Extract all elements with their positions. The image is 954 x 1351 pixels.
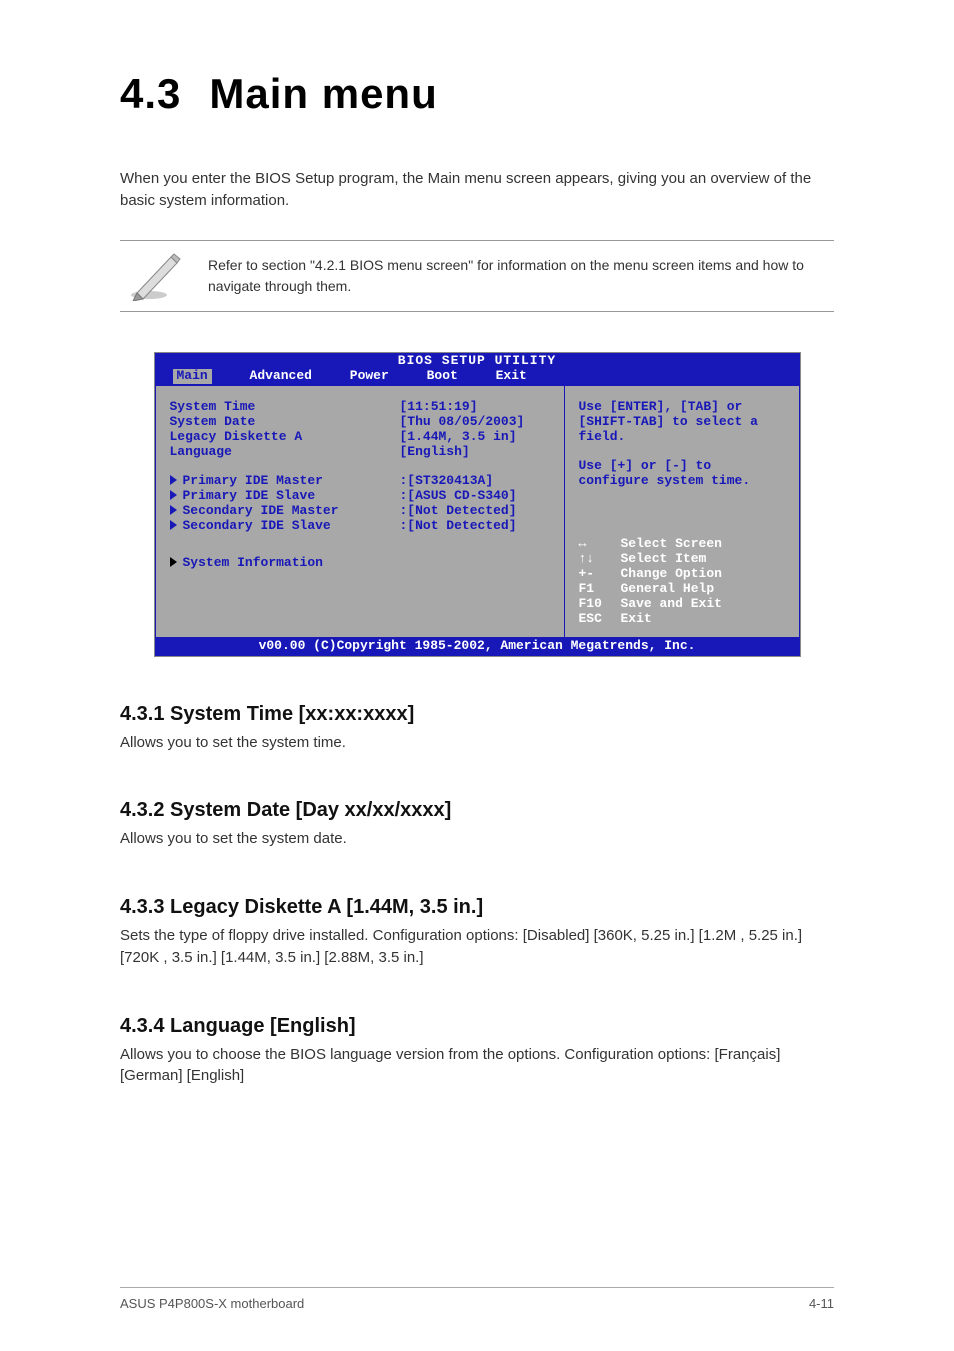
submenu-system-information[interactable]: System Information [170, 556, 554, 571]
legacy-diskette-value[interactable]: [1.44M, 3.5 in] [400, 430, 554, 445]
note-block: Refer to section "4.2.1 BIOS menu screen… [120, 240, 834, 312]
bios-tab-boot[interactable]: Boot [427, 369, 458, 384]
field-system-date[interactable]: System Date [Thu 08/05/2003] [170, 415, 554, 430]
section-431-body: Allows you to set the system time. [120, 732, 834, 754]
section-433-heading: 4.3.3 Legacy Diskette A [1.44M, 3.5 in.] [120, 896, 834, 919]
section-432-heading: 4.3.2 System Date [Day xx/xx/xxxx] [120, 799, 834, 822]
submenu-primary-ide-master[interactable]: Primary IDE Master :[ST320413A] [170, 474, 554, 489]
language-value[interactable]: [English] [400, 445, 554, 460]
section-434-body: Allows you to choose the BIOS language v… [120, 1044, 834, 1088]
submenu-secondary-ide-master[interactable]: Secondary IDE Master :[Not Detected] [170, 504, 554, 519]
system-time-label: System Time [170, 400, 400, 415]
system-date-label: System Date [170, 415, 400, 430]
footer-right: 4-11 [809, 1296, 834, 1311]
field-system-time[interactable]: System Time [11:51:19] [170, 400, 554, 415]
language-label: Language [170, 445, 400, 460]
page-footer: ASUS P4P800S-X motherboard 4-11 [120, 1287, 834, 1311]
note-text: Refer to section "4.2.1 BIOS menu screen… [190, 251, 834, 300]
bios-tab-advanced[interactable]: Advanced [250, 369, 312, 384]
bios-tab-main[interactable]: Main [173, 369, 212, 384]
bios-copyright: v00.00 (C)Copyright 1985-2002, American … [155, 638, 800, 656]
triangle-icon [170, 520, 177, 530]
help-text-2: Use [+] or [-] to configure system time. [579, 459, 789, 489]
submenu-secondary-ide-slave[interactable]: Secondary IDE Slave :[Not Detected] [170, 519, 554, 534]
triangle-icon [170, 490, 177, 500]
heading-number: 4.3 [120, 70, 181, 117]
field-language[interactable]: Language [English] [170, 445, 554, 460]
key-legend: ↔Select Screen ↑↓Select Item +-Change Op… [579, 537, 789, 627]
triangle-icon [170, 557, 177, 567]
section-433-body: Sets the type of floppy drive installed.… [120, 925, 834, 969]
bios-help-panel: Use [ENTER], [TAB] or [SHIFT-TAB] to sel… [564, 386, 800, 637]
page-heading: 4.3 Main menu [120, 70, 834, 118]
section-434-heading: 4.3.4 Language [English] [120, 1015, 834, 1038]
submenu-primary-ide-slave[interactable]: Primary IDE Slave :[ASUS CD-S340] [170, 489, 554, 504]
system-time-value[interactable]: [11:51:19] [400, 400, 554, 415]
section-432-body: Allows you to set the system date. [120, 828, 834, 850]
bios-tab-exit[interactable]: Exit [496, 369, 527, 384]
system-date-value[interactable]: [Thu 08/05/2003] [400, 415, 554, 430]
triangle-icon [170, 505, 177, 515]
help-text-1: Use [ENTER], [TAB] or [SHIFT-TAB] to sel… [579, 400, 789, 445]
bios-screen: BIOS SETUP UTILITY Main Advanced Power B… [154, 352, 801, 657]
triangle-icon [170, 475, 177, 485]
bios-tab-power[interactable]: Power [350, 369, 389, 384]
heading-title: Main menu [209, 70, 437, 117]
intro-paragraph: When you enter the BIOS Setup program, t… [120, 168, 834, 212]
footer-left: ASUS P4P800S-X motherboard [120, 1296, 304, 1311]
bios-title: BIOS SETUP UTILITY [155, 353, 800, 370]
pen-note-icon [120, 251, 190, 301]
section-431-heading: 4.3.1 System Time [xx:xx:xxxx] [120, 703, 834, 726]
legacy-diskette-label: Legacy Diskette A [170, 430, 400, 445]
bios-menu-bar[interactable]: Main Advanced Power Boot Exit [155, 369, 800, 386]
bios-main-panel: System Time [11:51:19] System Date [Thu … [155, 386, 564, 637]
field-legacy-diskette[interactable]: Legacy Diskette A [1.44M, 3.5 in] [170, 430, 554, 445]
